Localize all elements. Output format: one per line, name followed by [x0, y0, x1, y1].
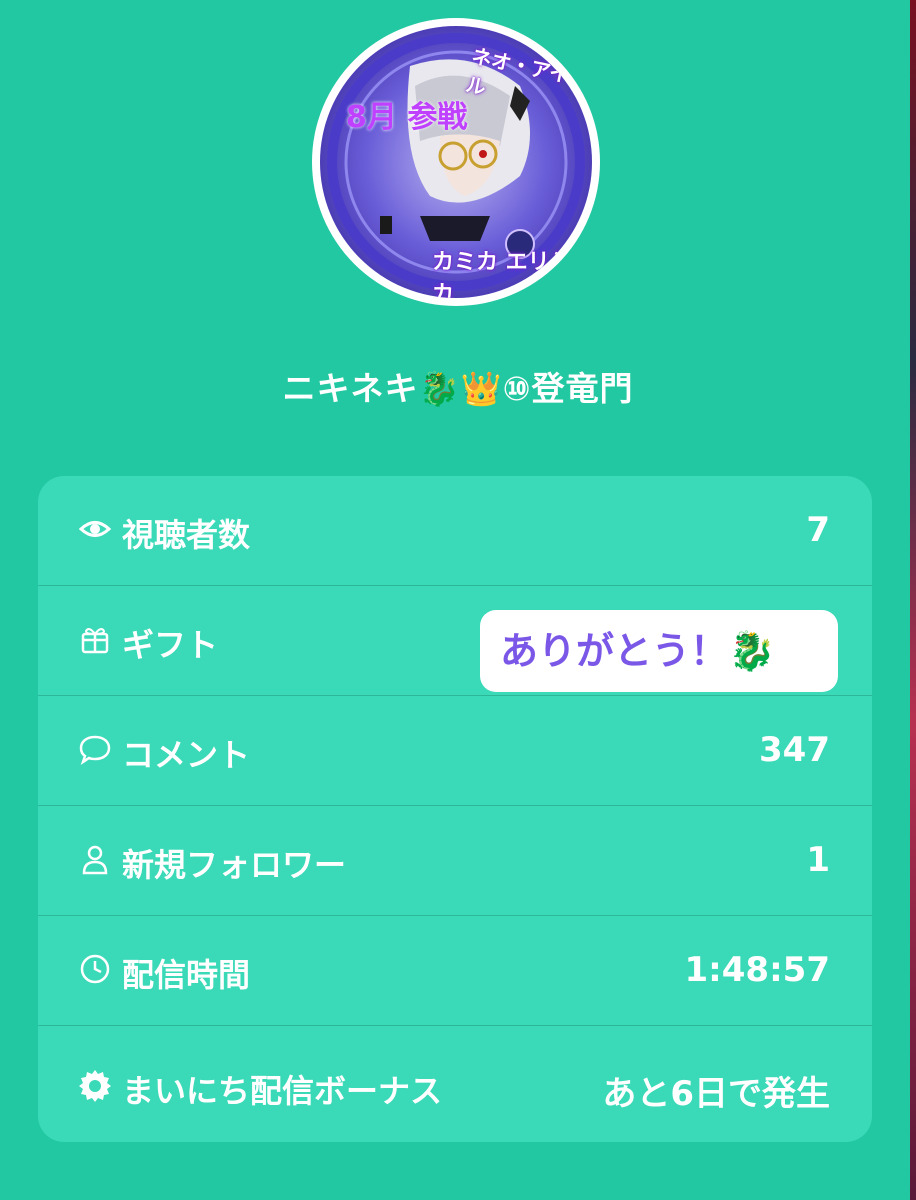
gift-icon	[78, 622, 112, 656]
person-icon	[78, 842, 112, 876]
avatar-text-left: 8月 参戦	[346, 100, 468, 135]
duration-label: 配信時間	[122, 956, 251, 994]
viewers-value: 7	[806, 510, 830, 550]
speech-bubble-icon	[78, 732, 112, 766]
viewers-label: 視聴者数	[122, 516, 251, 554]
gift-label: ギフト	[122, 626, 219, 664]
stat-row-daily-bonus: まいにち配信ボーナス あと6日で発生	[38, 1032, 872, 1142]
username: ニキネキ🐉👑⑩登竜門	[282, 369, 634, 408]
right-edge-strip	[910, 0, 916, 1200]
daily-bonus-value: あと6日で発生	[602, 1074, 830, 1114]
stat-row-followers: 新規フォロワー 1	[38, 806, 872, 916]
comments-label: コメント	[122, 736, 251, 774]
followers-value: 1	[806, 840, 830, 880]
avatar-text-bottom: カミカ エリミカ	[432, 250, 572, 298]
daily-bonus-label: まいにち配信ボーナス	[122, 1072, 443, 1110]
stat-row-comments: コメント 347	[38, 696, 872, 806]
duration-value: 1:48:57	[684, 950, 830, 990]
stat-row-duration: 配信時間 1:48:57	[38, 916, 872, 1026]
avatar[interactable]: ネオ・アイドル 8月 参戦 カミカ エリミカ	[312, 18, 600, 306]
eye-icon	[78, 512, 112, 546]
stat-row-viewers: 視聴者数 7	[38, 476, 872, 586]
stream-stats-card: 視聴者数 7 ギフト ありがとう！🐉 コメント 347 新規フォロワー 1 配信…	[38, 476, 872, 1142]
gear-badge-icon	[78, 1068, 112, 1102]
avatar-image: ネオ・アイドル 8月 参戦 カミカ エリミカ	[320, 26, 592, 298]
stat-row-gift: ギフト ありがとう！🐉	[38, 586, 872, 696]
followers-label: 新規フォロワー	[122, 846, 347, 884]
gift-thanks-bubble: ありがとう！🐉	[480, 610, 838, 692]
comments-value: 347	[759, 730, 830, 770]
clock-icon	[78, 952, 112, 986]
